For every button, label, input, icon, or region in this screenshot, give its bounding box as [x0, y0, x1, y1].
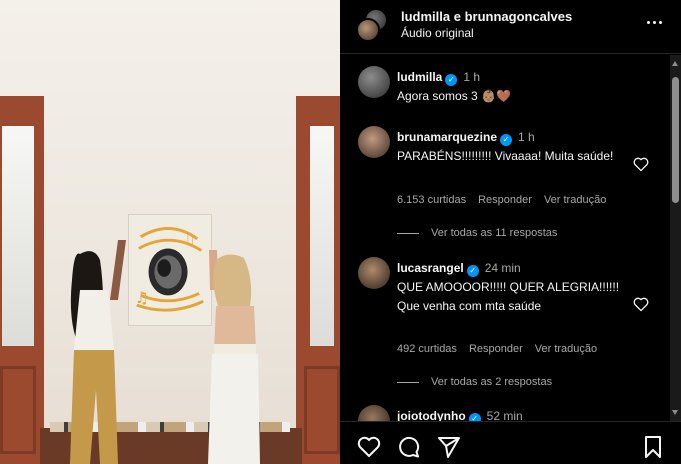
comment-time[interactable]: 24 min — [485, 261, 521, 275]
view-replies-link[interactable]: Ver todas as 2 respostas — [397, 376, 552, 388]
more-horizontal-icon[interactable] — [642, 12, 666, 32]
post-photo[interactable]: ♫ ♫ — [0, 0, 340, 464]
heart-icon[interactable] — [356, 434, 382, 460]
verified-badge-icon: ✓ — [466, 265, 479, 277]
post-header: ludmilla e brunnagoncalves Áudio origina… — [340, 0, 681, 54]
likes-count[interactable]: 492 curtidas — [397, 343, 457, 355]
view-replies-label: Ver todas as 11 respostas — [431, 227, 558, 239]
comment-time[interactable]: 52 min — [487, 409, 523, 421]
comment-time[interactable]: 1 h — [518, 130, 535, 144]
comment-icon[interactable] — [396, 434, 422, 460]
comments-list: ludmilla ✓ 1 h Agora somos 3 👶🏽🤎 brunamarq… — [340, 55, 670, 421]
comment-time[interactable]: 1 h — [463, 70, 480, 84]
view-replies-link[interactable]: Ver todas as 11 respostas — [397, 227, 557, 239]
avatar[interactable] — [358, 257, 390, 289]
avatar[interactable] — [358, 405, 390, 421]
scroll-up-icon[interactable] — [672, 61, 678, 66]
verified-badge-icon: ✓ — [468, 413, 481, 421]
comment-body: lucasrangel ✓ 24 min QUE AMOOOOR!!!!! QUER… — [397, 259, 637, 316]
comments-panel: ludmilla e brunnagoncalves Áudio origina… — [340, 0, 681, 464]
svg-text:♫: ♫ — [182, 231, 196, 249]
scroll-thumb[interactable] — [672, 77, 679, 203]
person-left — [60, 240, 138, 464]
comment-body: brunamarquezine ✓ 1 h PARABÉNS!!!!!!!!! Vi… — [397, 128, 637, 166]
verified-badge-icon: ✓ — [500, 134, 513, 146]
comment-username[interactable]: ludmilla — [397, 70, 442, 84]
comments-scrollbar[interactable] — [670, 55, 681, 421]
comment-body: ludmilla ✓ 1 h Agora somos 3 👶🏽🤎 — [397, 68, 637, 106]
heart-icon[interactable] — [632, 156, 650, 172]
translate-link[interactable]: Ver tradução — [535, 343, 597, 355]
comment-meta: 492 curtidas Responder Ver tradução — [397, 343, 609, 355]
comment-username[interactable]: joiotodynho — [397, 409, 466, 421]
window-frame-left — [0, 96, 44, 464]
avatar[interactable] — [358, 66, 390, 98]
window-frame-right — [296, 96, 340, 464]
send-icon[interactable] — [436, 434, 462, 460]
collab-avatars[interactable] — [356, 8, 390, 42]
view-replies-label: Ver todas as 2 respostas — [431, 376, 553, 388]
reply-link[interactable]: Responder — [469, 343, 523, 355]
comment-text: PARABÉNS!!!!!!!!! Vivaaaa! Muita saúde! — [397, 149, 614, 163]
bookmark-icon[interactable] — [640, 434, 666, 460]
audio-label[interactable]: Áudio original — [401, 26, 474, 40]
comment-username[interactable]: lucasrangel — [397, 261, 464, 275]
reply-link[interactable]: Responder — [478, 194, 532, 206]
comment-username[interactable]: brunamarquezine — [397, 130, 497, 144]
post-authors[interactable]: ludmilla e brunnagoncalves — [401, 9, 572, 24]
comment-body: joiotodynho ✓ 52 min — [397, 407, 637, 421]
verified-badge-icon: ✓ — [445, 74, 458, 86]
translate-link[interactable]: Ver tradução — [544, 194, 606, 206]
avatar[interactable] — [358, 126, 390, 158]
comment-text: Agora somos 3 👶🏽🤎 — [397, 89, 511, 103]
comment-text: QUE AMOOOOR!!!!! QUER ALEGRIA!!!!!! Que … — [397, 280, 620, 313]
heart-icon[interactable] — [632, 296, 650, 312]
comment-meta: 6.153 curtidas Responder Ver tradução — [397, 194, 618, 206]
likes-count[interactable]: 6.153 curtidas — [397, 194, 466, 206]
scroll-down-icon[interactable] — [672, 410, 678, 415]
action-bar — [340, 421, 681, 464]
person-right — [198, 210, 268, 464]
